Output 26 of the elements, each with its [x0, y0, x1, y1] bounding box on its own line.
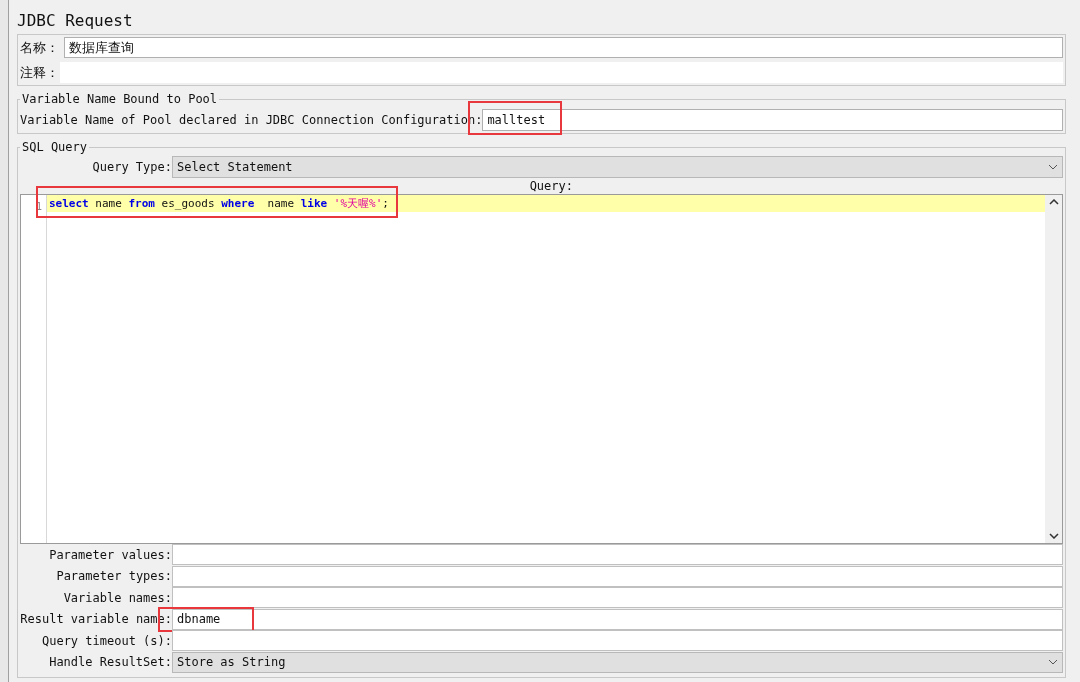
group-legend: Variable Name Bound to Pool [20, 90, 220, 108]
field-label: Query Type: [91, 159, 172, 176]
input-field[interactable] [172, 630, 1063, 652]
scrollbar[interactable] [1045, 195, 1062, 543]
pool-name-field[interactable]: malltest [482, 108, 1063, 131]
query-type-dropdown[interactable]: Select Statement [172, 156, 1063, 178]
input-field[interactable] [172, 544, 1063, 566]
field-label: Parameter values: [48, 546, 172, 564]
group-legend: SQL Query [20, 138, 90, 156]
panel-title: JDBC Request [17, 10, 134, 32]
field-label: 名称： [20, 38, 60, 57]
input-field[interactable] [172, 565, 1063, 587]
field-label: Query timeout (s): [40, 632, 172, 650]
chevron-down-icon [1048, 659, 1058, 666]
field-label: 注释： [20, 63, 60, 82]
chevron-down-icon [1048, 164, 1058, 170]
dropdown[interactable]: Store as String [172, 651, 1063, 673]
input-field[interactable]: dbname [172, 608, 1063, 630]
name-field[interactable]: 数据库查询 [64, 37, 1063, 58]
field-label: Parameter types: [55, 568, 172, 586]
field-label: Variable names: [62, 589, 172, 607]
chevron-up-icon [1048, 199, 1059, 205]
query-label: Query: [529, 178, 573, 195]
field-label: Handle ResultSet: [48, 654, 172, 672]
chevron-down-icon [1048, 533, 1059, 539]
input-field[interactable] [172, 587, 1063, 609]
